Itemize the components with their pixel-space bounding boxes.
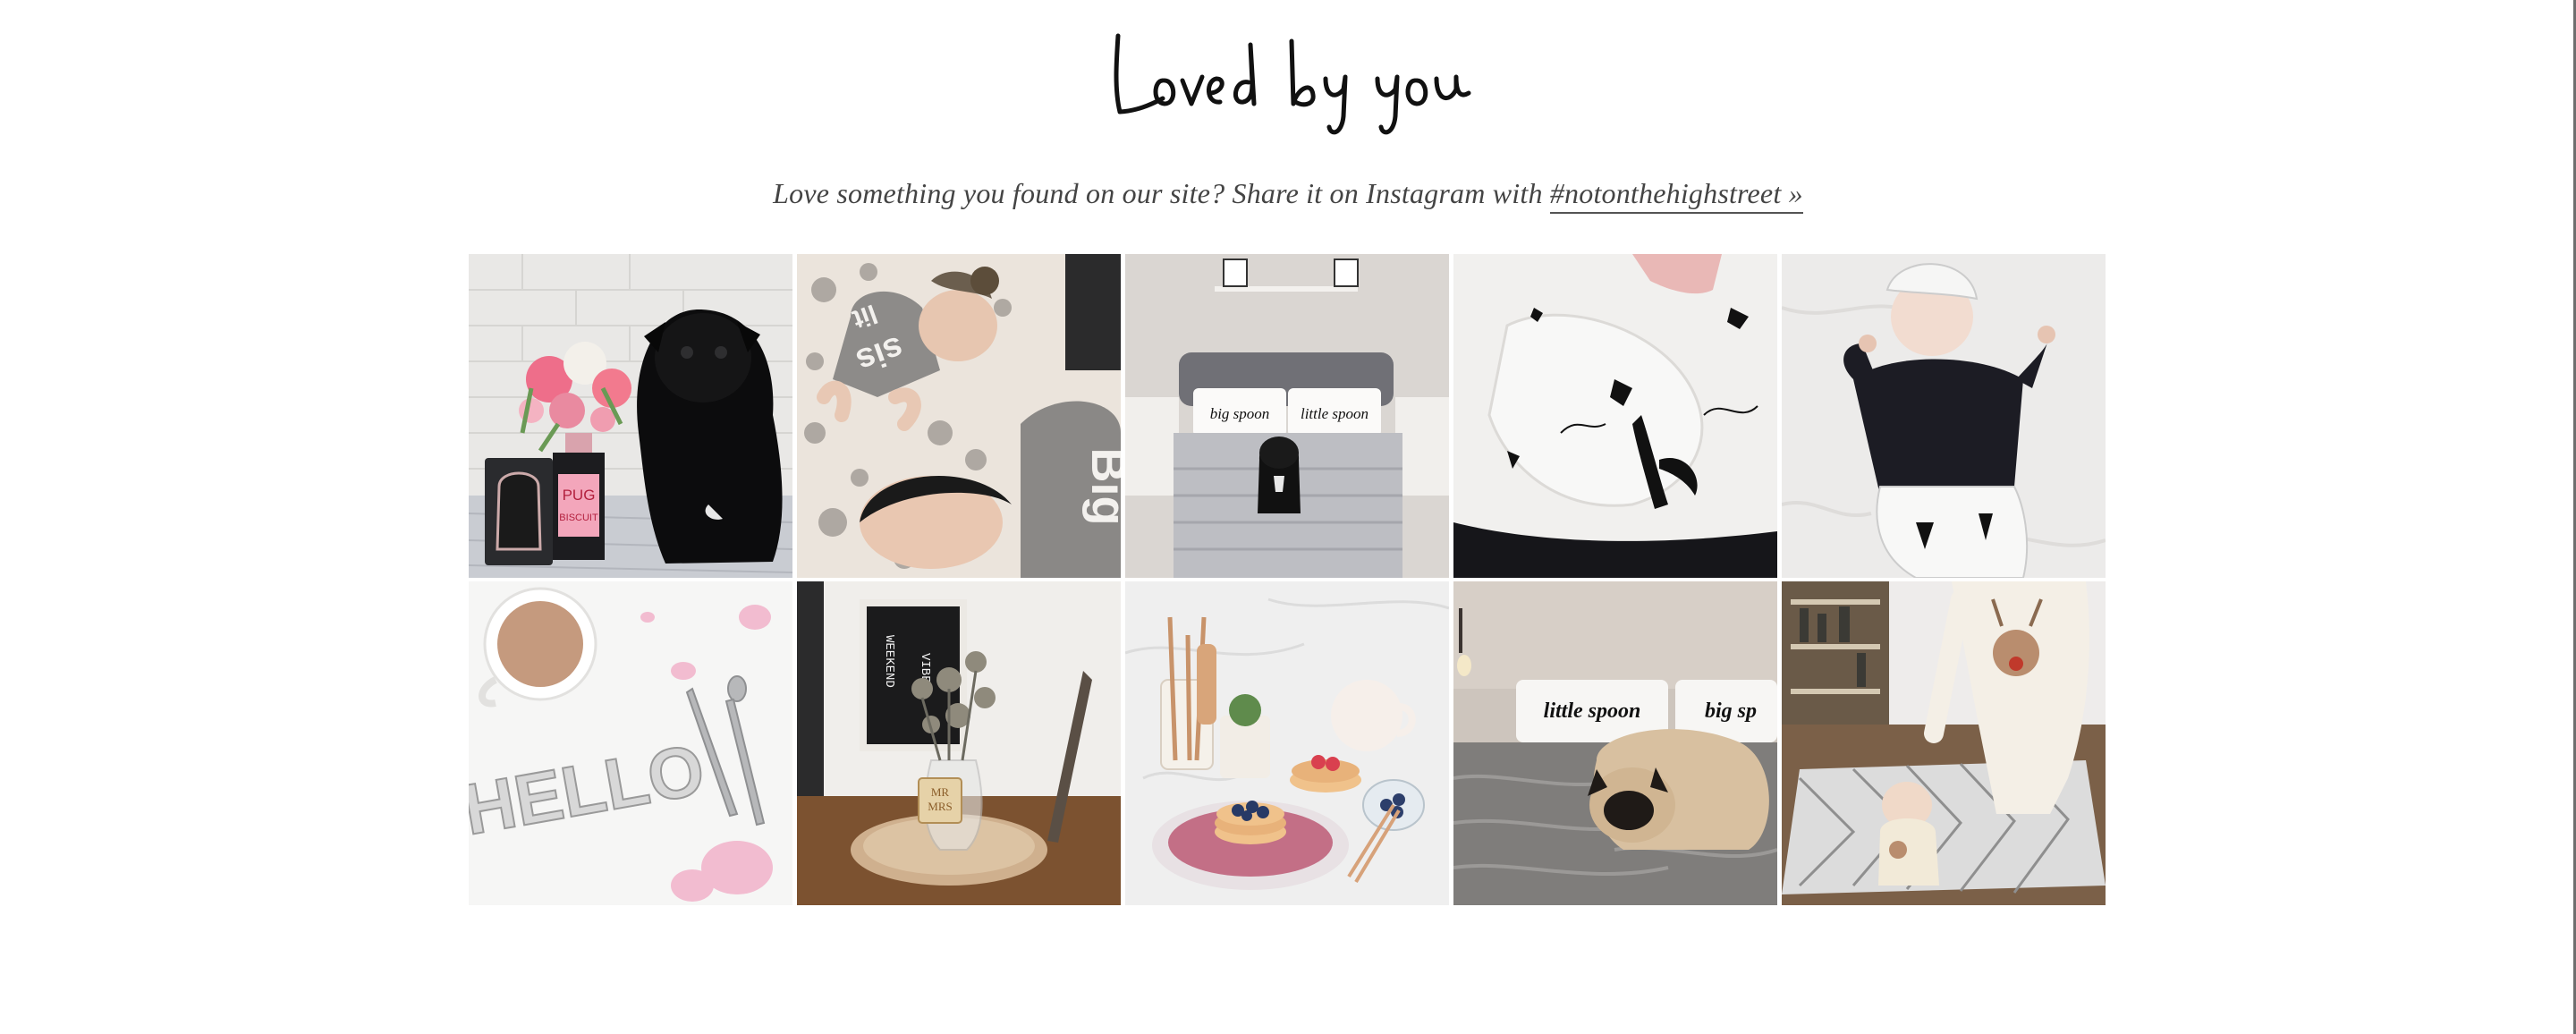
gallery-tile[interactable]: sis lit Big: [797, 254, 1121, 578]
gallery-tile[interactable]: big spoon little spoon: [1125, 254, 1449, 578]
photo-hello-tea: HELLO: [469, 581, 792, 905]
gallery-tile[interactable]: [1782, 581, 2106, 905]
photo-pug-flowers: PUG BISCUIT: [469, 254, 792, 578]
hashtag-link[interactable]: #notonthehighstreet »: [1549, 177, 1803, 214]
gallery-tile[interactable]: little spoon big sp: [1453, 581, 1777, 905]
photo-weekend-letterboard: WEEKEND VIBES MR MRS: [797, 581, 1121, 905]
subtitle-text: Love something you found on our site? Sh…: [773, 177, 1550, 209]
photo-text-big-sp: big sp: [1705, 699, 1757, 723]
photo-text-weekend: WEEKEND: [882, 635, 896, 688]
photo-text-big: Big: [1081, 448, 1121, 526]
photo-pug-on-bed: little spoon big sp: [1453, 581, 1777, 905]
instagram-gallery: PUG BISCUIT sis lit Big big spoon little…: [469, 254, 2106, 907]
gallery-tile[interactable]: HELLO: [469, 581, 792, 905]
photo-siblings-shirts: sis lit Big: [797, 254, 1121, 578]
photo-bedroom-dog: big spoon little spoon: [1125, 254, 1449, 578]
photo-text-mrs: MRS: [928, 800, 952, 813]
photo-text-little-spoon: little spoon: [1301, 405, 1368, 422]
photo-text-little-spoon-2: little spoon: [1544, 699, 1641, 723]
section-subtitle: Love something you found on our site? Sh…: [0, 177, 2576, 214]
photo-text-big-spoon: big spoon: [1210, 405, 1270, 422]
photo-text-pug: PUG: [563, 487, 596, 504]
photo-text-mr: MR: [931, 785, 950, 799]
photo-text-biscuit: BISCUIT: [559, 513, 598, 523]
gallery-tile[interactable]: WEEKEND VIBES MR MRS: [797, 581, 1121, 905]
gallery-tile[interactable]: [1782, 254, 2106, 578]
photo-baby-outfit-closeup: [1453, 254, 1777, 578]
photo-baby-reindeer: [1782, 581, 2106, 905]
gallery-tile[interactable]: PUG BISCUIT: [469, 254, 792, 578]
photo-pancakes-breakfast: [1125, 581, 1449, 905]
gallery-tile[interactable]: [1453, 254, 1777, 578]
section-heading: Loved by you: [0, 18, 2576, 143]
gallery-tile[interactable]: [1125, 581, 1449, 905]
handwritten-heading-logo: [1114, 33, 1471, 135]
photo-sleeping-baby: [1782, 254, 2106, 578]
